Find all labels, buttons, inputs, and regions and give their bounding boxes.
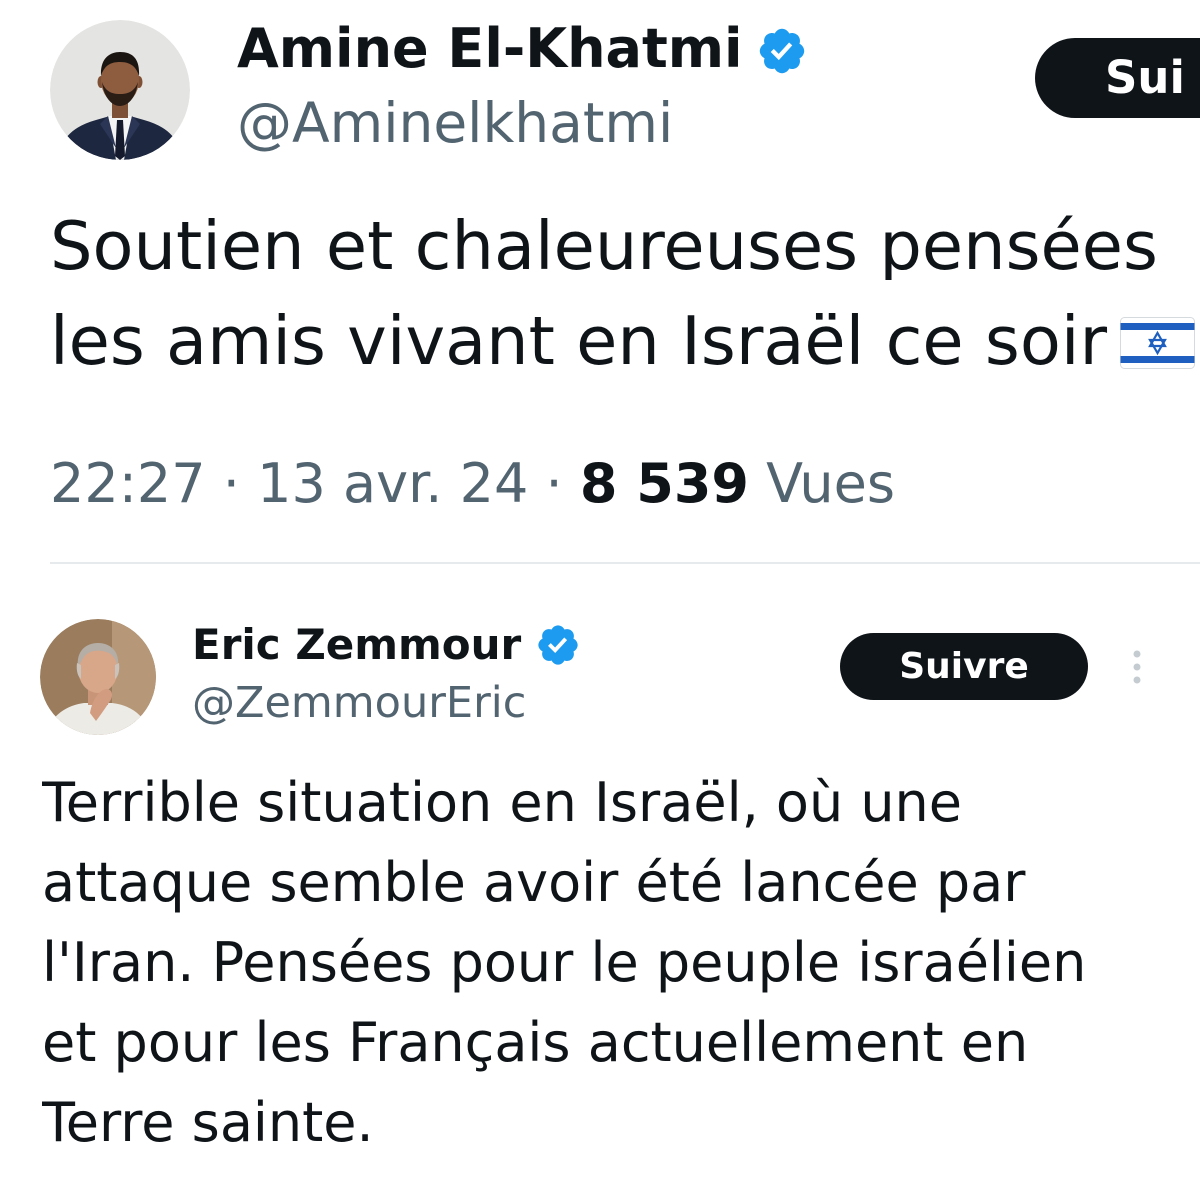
verified-badge-icon	[759, 28, 805, 74]
israel-flag-icon	[1120, 317, 1195, 369]
divider	[50, 562, 1200, 564]
tweet-text-line: Soutien et chaleureuses pensées	[50, 213, 1158, 280]
follow-button[interactable]: Suivre	[840, 633, 1088, 700]
meta-separator: ·	[545, 452, 563, 515]
avatar[interactable]	[50, 20, 190, 160]
views-count: 8 539	[579, 452, 749, 515]
tweet-text-line: attaque semble avoir été lancée par	[42, 851, 1026, 914]
tweet-time[interactable]: 22:27	[50, 452, 206, 515]
views-label: Vues	[766, 452, 895, 515]
tweet-text-line: et pour les Français actuellement en	[42, 1011, 1029, 1074]
author-handle[interactable]: @ZemmourEric	[192, 682, 526, 725]
author-name[interactable]: Eric Zemmour	[192, 624, 521, 666]
follow-button[interactable]: Sui	[1035, 38, 1200, 118]
profile-photo-icon	[50, 20, 190, 160]
profile-photo-icon	[40, 619, 156, 735]
verified-badge-icon	[538, 625, 578, 665]
tweet-text-line: Terrible situation en Israël, où une	[42, 771, 963, 834]
tweet-screenshot: Amine El-Khatmi @Aminelkhatmi Sui Soutie…	[0, 0, 1200, 1200]
meta-separator: ·	[222, 452, 240, 515]
author-handle[interactable]: @Aminelkhatmi	[237, 96, 673, 151]
tweet-text-line: l'Iran. Pensées pour le peuple israélien	[42, 931, 1087, 994]
more-vertical-icon[interactable]	[1131, 648, 1143, 688]
tweet-text-line: Terre sainte.	[42, 1091, 374, 1154]
tweet-date[interactable]: 13 avr. 24	[257, 452, 528, 515]
tweet-meta: 22:27 · 13 avr. 24 · 8 539 Vues	[50, 457, 895, 511]
tweet-text-line: les amis vivant en Israël ce soir	[50, 308, 1107, 375]
avatar[interactable]	[40, 619, 156, 735]
tweet-text: Terrible situation en Israël, où une att…	[42, 763, 1200, 1163]
author-name[interactable]: Amine El-Khatmi	[237, 22, 743, 76]
